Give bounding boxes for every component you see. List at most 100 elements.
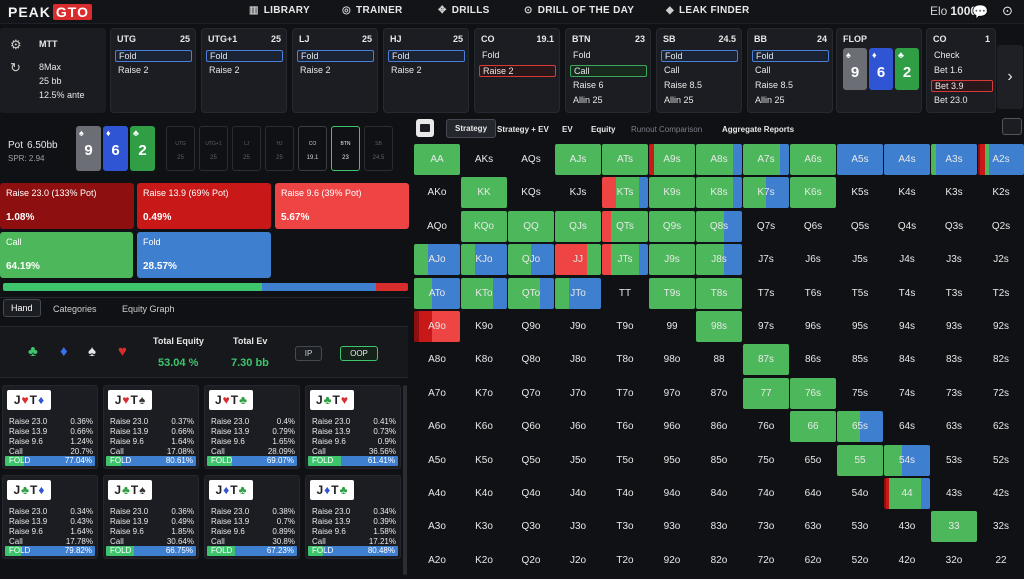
toolbar-tab-equity[interactable]: Equity: [591, 125, 615, 134]
range-cell[interactable]: T2o: [602, 544, 648, 576]
position-card-lj[interactable]: LJ 25 Fold Raise 2: [292, 28, 378, 113]
range-cell[interactable]: JTo: [555, 277, 601, 309]
range-cell[interactable]: 95o: [649, 444, 695, 476]
spade-icon[interactable]: ♠: [88, 343, 96, 360]
hand-combo-card[interactable]: J ♥ T ♠ Raise 23.0 0.37% Raise 13.9 0.66% Raise …: [103, 385, 199, 469]
position-action-option[interactable]: Call: [661, 65, 738, 77]
range-cell[interactable]: J6s: [790, 244, 836, 276]
range-cell[interactable]: 96s: [790, 311, 836, 342]
range-cell[interactable]: A4s: [884, 144, 930, 175]
range-cell[interactable]: K9o: [461, 311, 507, 342]
range-cell[interactable]: 93s: [931, 311, 977, 342]
position-action-option[interactable]: Fold: [570, 50, 647, 62]
range-cell[interactable]: A7o: [414, 377, 460, 409]
range-cell[interactable]: K4o: [461, 478, 507, 509]
range-cell[interactable]: 75o: [743, 444, 789, 476]
mini-seat[interactable]: UTG+1 25: [199, 126, 228, 171]
range-cell[interactable]: Q8o: [508, 344, 554, 376]
range-cell[interactable]: T7s: [743, 277, 789, 309]
mini-seat[interactable]: HJ 25: [265, 126, 294, 171]
ip-toggle[interactable]: IP: [295, 346, 322, 361]
range-cell[interactable]: 77: [743, 377, 789, 409]
range-cell[interactable]: K3o: [461, 511, 507, 543]
position-action-option[interactable]: Call: [752, 65, 829, 77]
range-cell[interactable]: 82o: [696, 544, 742, 576]
nav-trainer[interactable]: ◎ TRAINER: [342, 5, 403, 16]
range-cell[interactable]: KJs: [555, 177, 601, 209]
range-cell[interactable]: 86s: [790, 344, 836, 376]
position-card-sb[interactable]: SB 24.5 Fold Call Raise 8.5 Allin 25: [656, 28, 742, 113]
position-card-bb[interactable]: BB 24 Fold Call Raise 8.5 Allin 25: [747, 28, 833, 113]
range-cell[interactable]: 44: [884, 478, 930, 509]
range-cell[interactable]: 32s: [978, 511, 1024, 543]
range-cell[interactable]: T4o: [602, 478, 648, 509]
nav-leak-finder[interactable]: ◆ LEAK FINDER: [666, 5, 750, 16]
position-action-option[interactable]: Raise 2: [115, 65, 192, 77]
range-cell[interactable]: T8s: [696, 277, 742, 309]
range-cell[interactable]: A8s: [696, 144, 742, 175]
position-action-option[interactable]: Fold: [388, 50, 465, 62]
range-cell[interactable]: 65s: [837, 411, 883, 443]
range-cell[interactable]: 64o: [790, 478, 836, 509]
range-cell[interactable]: TT: [602, 277, 648, 309]
range-cell[interactable]: J9o: [555, 311, 601, 342]
toolbar-tab-aggregate-reports[interactable]: Aggregate Reports: [722, 125, 794, 134]
range-cell[interactable]: 74s: [884, 377, 930, 409]
range-cell[interactable]: K4s: [884, 177, 930, 209]
position-action-option[interactable]: Fold: [115, 50, 192, 62]
range-cell[interactable]: J3o: [555, 511, 601, 543]
tab-equity-graph[interactable]: Equity Graph: [122, 304, 175, 314]
next-street-button[interactable]: ›: [997, 45, 1023, 109]
position-action-option[interactable]: Call: [570, 65, 647, 77]
range-cell[interactable]: Q2s: [978, 210, 1024, 242]
range-cell[interactable]: QTs: [602, 210, 648, 242]
range-cell[interactable]: AJo: [414, 244, 460, 276]
range-cell[interactable]: 99: [649, 311, 695, 342]
hand-combo-card[interactable]: J ♥ T ♦ Raise 23.0 0.36% Raise 13.9 0.66% Raise …: [2, 385, 98, 469]
range-cell[interactable]: 82s: [978, 344, 1024, 376]
range-cell[interactable]: K8s: [696, 177, 742, 209]
position-action-option[interactable]: Raise 2: [297, 65, 374, 77]
position-action-option[interactable]: Allin 25: [570, 95, 647, 107]
range-cell[interactable]: 84o: [696, 478, 742, 509]
range-cell[interactable]: 87s: [743, 344, 789, 376]
position-card-co[interactable]: CO 19.1 Fold Raise 2: [474, 28, 560, 113]
action-box[interactable]: Fold 28.57%: [137, 232, 271, 278]
position-card-hj[interactable]: HJ 25 Fold Raise 2: [383, 28, 469, 113]
range-cell[interactable]: 42s: [978, 478, 1024, 509]
range-cell[interactable]: 22: [978, 544, 1024, 576]
hand-combo-card[interactable]: J ♦ T ♣ Raise 23.0 0.34% Raise 13.9 0.39% Raise …: [305, 475, 401, 559]
range-cell[interactable]: JJ: [555, 244, 601, 276]
range-cell[interactable]: 73s: [931, 377, 977, 409]
range-cell[interactable]: 33: [931, 511, 977, 543]
hand-combo-card[interactable]: J ♣ T ♦ Raise 23.0 0.34% Raise 13.9 0.43% Raise …: [2, 475, 98, 559]
range-cell[interactable]: ATo: [414, 277, 460, 309]
gear-icon[interactable]: ⚙: [10, 37, 22, 53]
range-cell[interactable]: Q7o: [508, 377, 554, 409]
range-cell[interactable]: A3o: [414, 511, 460, 543]
range-cell[interactable]: 95s: [837, 311, 883, 342]
position-card-co-flop[interactable]: CO 1 Check Bet 1.6 Bet 3.9 Bet 23.0: [926, 28, 996, 113]
range-cell[interactable]: K7o: [461, 377, 507, 409]
range-cell[interactable]: 87o: [696, 377, 742, 409]
account-icon[interactable]: ⊙: [1002, 3, 1013, 19]
range-cell[interactable]: J9s: [649, 244, 695, 276]
range-cell[interactable]: J5s: [837, 244, 883, 276]
range-cell[interactable]: J2o: [555, 544, 601, 576]
range-cell[interactable]: 88: [696, 344, 742, 376]
position-action-option[interactable]: Raise 8.5: [661, 80, 738, 92]
range-cell[interactable]: K6o: [461, 411, 507, 443]
range-cell[interactable]: 72s: [978, 377, 1024, 409]
range-cell[interactable]: 93o: [649, 511, 695, 543]
range-cell[interactable]: 43o: [884, 511, 930, 543]
range-cell[interactable]: 98o: [649, 344, 695, 376]
range-cell[interactable]: A9s: [649, 144, 695, 175]
range-cell[interactable]: 72o: [743, 544, 789, 576]
club-icon[interactable]: ♣: [28, 343, 38, 360]
heart-icon[interactable]: ♥: [118, 343, 127, 360]
range-cell[interactable]: 65o: [790, 444, 836, 476]
range-cell[interactable]: KTo: [461, 277, 507, 309]
range-cell[interactable]: K7s: [743, 177, 789, 209]
range-cell[interactable]: K6s: [790, 177, 836, 209]
range-cell[interactable]: 96o: [649, 411, 695, 443]
